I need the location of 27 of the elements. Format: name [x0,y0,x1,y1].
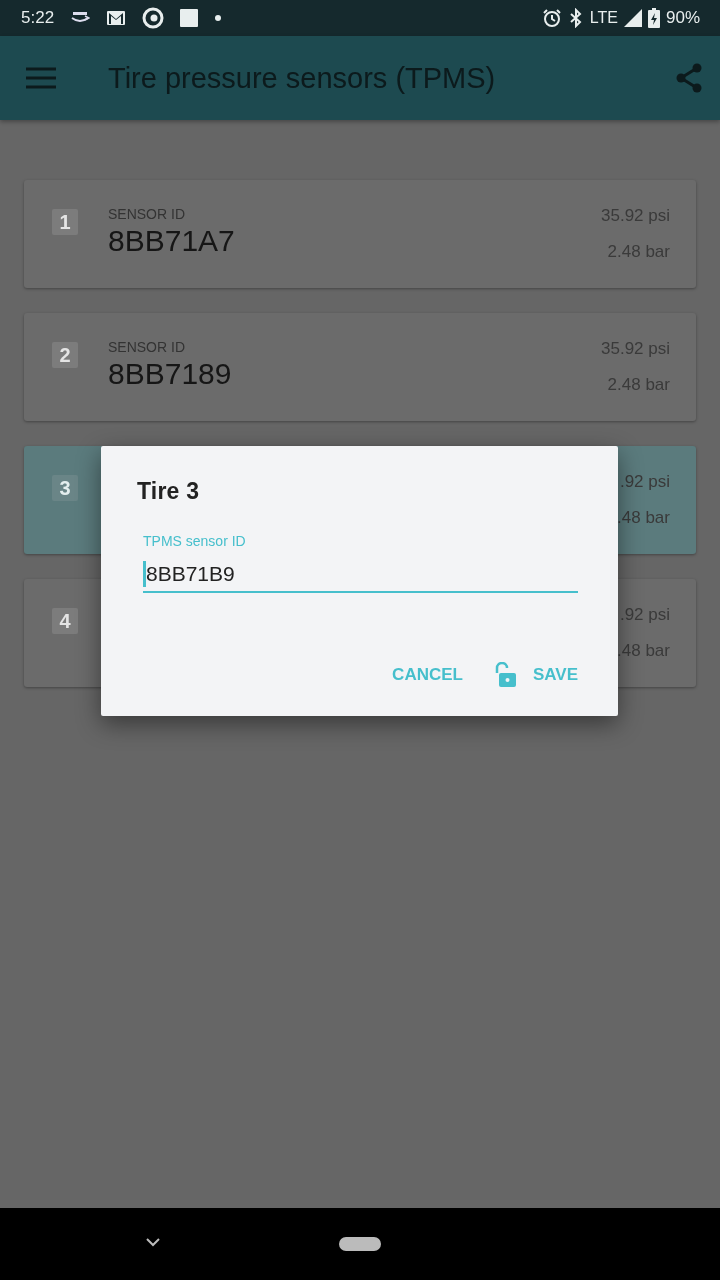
sensor-id-field[interactable]: TPMS sensor ID 8BB71B9 [143,533,578,593]
chevron-down-icon[interactable] [145,1236,161,1248]
cancel-button[interactable]: CANCEL [392,659,463,691]
sensor-id: 8BB7189 [108,357,233,391]
dialog-title: Tire 3 [137,478,201,505]
battery-percent: 90% [665,8,700,28]
smile-arrow-icon [70,12,91,24]
circle-logo-icon [142,7,165,29]
clock-time: 5:22 [21,8,55,28]
signal-icon [623,9,642,27]
dot-icon [214,14,223,22]
home-pill[interactable] [339,1237,381,1251]
sensor-id-label: SENSOR ID [108,206,186,222]
sensor-id-label: SENSOR ID [108,339,186,355]
square-icon [180,9,199,27]
mail-icon [106,10,127,26]
alarm-icon [541,8,562,28]
number-badge: 3 [52,475,78,501]
psi-reading: .92 psi [619,472,670,492]
save-button[interactable]: SAVE [492,656,578,694]
network-type: LTE [589,9,618,27]
bar-reading: .48 bar [617,508,670,528]
battery-icon [647,8,660,28]
number-badge: 4 [52,608,78,634]
number-badge: 1 [52,209,78,235]
sensor-id: 8BB71A7 [108,224,236,258]
number-badge: 2 [52,342,78,368]
